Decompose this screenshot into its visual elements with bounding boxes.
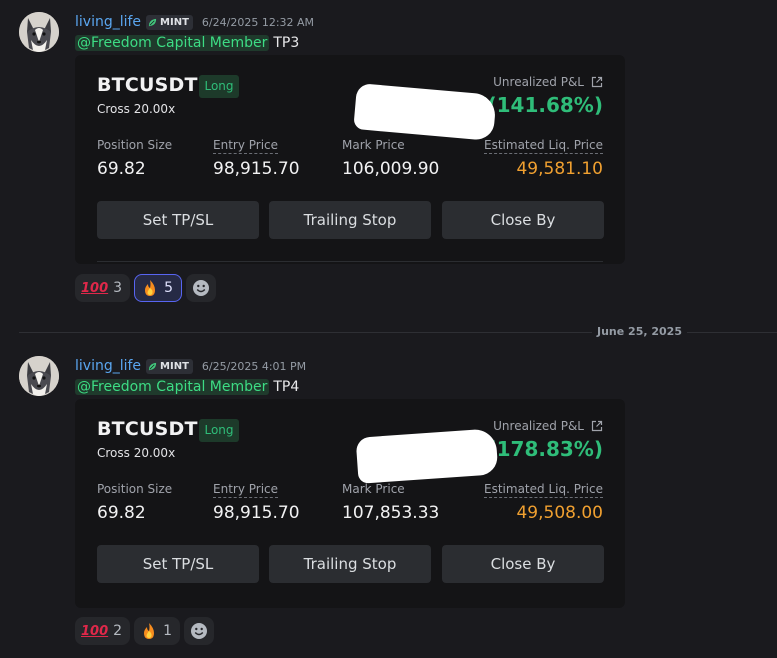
add-reaction-icon [192, 280, 209, 296]
server-tag[interactable]: MINT [146, 358, 193, 374]
message-content: @Freedom Capital Member TP3 [75, 33, 299, 53]
side-badge: Long [199, 419, 239, 442]
position-card: BTCUSDT Long Cross 20.00x Unrealized P&L… [75, 55, 625, 264]
message-header: living_life MINT 6/25/2025 4:01 PM [75, 356, 306, 376]
trailing-stop-button[interactable]: Trailing Stop [269, 201, 431, 239]
message-text: TP3 [273, 35, 300, 51]
message-content: @Freedom Capital Member TP4 [75, 377, 299, 397]
liq-price-value: 49,581.10 [516, 159, 603, 179]
avatar[interactable] [19, 356, 59, 396]
set-tpsl-button[interactable]: Set TP/SL [97, 545, 259, 583]
fire-emoji-icon [144, 623, 155, 639]
entry-price-label[interactable]: Entry Price [213, 482, 279, 498]
mark-price-value: 106,009.90 [342, 159, 440, 179]
hundred-emoji-icon: 100 [81, 623, 109, 639]
message-header: living_life MINT 6/24/2025 12:32 AM [75, 12, 314, 32]
trailing-stop-button[interactable]: Trailing Stop [269, 545, 431, 583]
server-tag-label: MINT [160, 16, 189, 28]
add-reaction-button[interactable] [183, 617, 214, 645]
margin-mode: Cross 20.00x [97, 102, 176, 116]
entry-price-label[interactable]: Entry Price [213, 138, 279, 154]
reaction-100[interactable]: 100 2 [75, 617, 131, 645]
leaf-icon [148, 18, 157, 26]
role-mention[interactable]: @Freedom Capital Member [75, 379, 270, 395]
entry-price-value: 98,915.70 [213, 159, 300, 179]
username[interactable]: living_life [75, 14, 141, 30]
reaction-count: 1 [163, 623, 172, 639]
external-link-icon[interactable] [591, 76, 603, 88]
husky-avatar-icon [19, 356, 59, 396]
leaf-icon [148, 362, 157, 370]
margin-mode: Cross 20.00x [97, 446, 176, 460]
reactions: 100 2 1 [75, 617, 214, 645]
server-tag[interactable]: MINT [146, 14, 193, 30]
server-tag-label: MINT [160, 360, 189, 372]
husky-avatar-icon [19, 12, 59, 52]
pnl-label: Unrealized P&L [493, 75, 603, 89]
mark-price-value: 107,853.33 [342, 503, 440, 523]
pnl-label-text: Unrealized P&L [493, 75, 584, 89]
hundred-emoji-icon: 100 [81, 280, 109, 296]
side-badge: Long [199, 75, 239, 98]
trading-pair: BTCUSDT [97, 418, 198, 440]
reaction-count: 3 [113, 280, 123, 296]
reaction-count: 5 [164, 280, 173, 296]
reaction-count: 2 [113, 623, 123, 639]
timestamp: 6/25/2025 4:01 PM [201, 359, 307, 373]
close-by-button[interactable]: Close By [442, 201, 604, 239]
fire-emoji-icon [145, 280, 156, 296]
reaction-fire[interactable]: 5 [134, 274, 182, 302]
position-size-value: 69.82 [97, 503, 146, 523]
role-mention[interactable]: @Freedom Capital Member [75, 35, 270, 51]
position-card: BTCUSDT Long Cross 20.00x Unrealized P&L… [75, 399, 625, 608]
redaction-mark [353, 82, 497, 142]
reaction-100[interactable]: 100 3 [75, 274, 131, 302]
external-link-icon[interactable] [591, 420, 603, 432]
date-divider-label: June 25, 2025 [592, 325, 687, 338]
message-text: TP4 [273, 379, 300, 395]
entry-price-value: 98,915.70 [213, 503, 300, 523]
trading-pair: BTCUSDT [97, 74, 198, 96]
avatar[interactable] [19, 12, 59, 52]
pnl-label-text: Unrealized P&L [493, 419, 584, 433]
add-reaction-button[interactable] [185, 274, 216, 302]
position-size-label: Position Size [97, 482, 173, 496]
card-divider [97, 261, 603, 262]
pnl-label: Unrealized P&L [493, 419, 603, 433]
reaction-fire[interactable]: 1 [134, 617, 180, 645]
mark-price-label: Mark Price [342, 482, 405, 496]
redaction-mark [355, 428, 499, 484]
liq-price-value: 49,508.00 [516, 503, 603, 523]
mark-price-label: Mark Price [342, 138, 405, 152]
close-by-button[interactable]: Close By [442, 545, 604, 583]
set-tpsl-button[interactable]: Set TP/SL [97, 201, 259, 239]
position-size-label: Position Size [97, 138, 173, 152]
username[interactable]: living_life [75, 358, 141, 374]
reactions: 100 3 5 [75, 274, 216, 302]
liq-price-label[interactable]: Estimated Liq. Price [484, 138, 603, 154]
position-size-value: 69.82 [97, 159, 146, 179]
liq-price-label[interactable]: Estimated Liq. Price [484, 482, 603, 498]
add-reaction-icon [190, 623, 207, 639]
timestamp: 6/24/2025 12:32 AM [201, 15, 315, 29]
